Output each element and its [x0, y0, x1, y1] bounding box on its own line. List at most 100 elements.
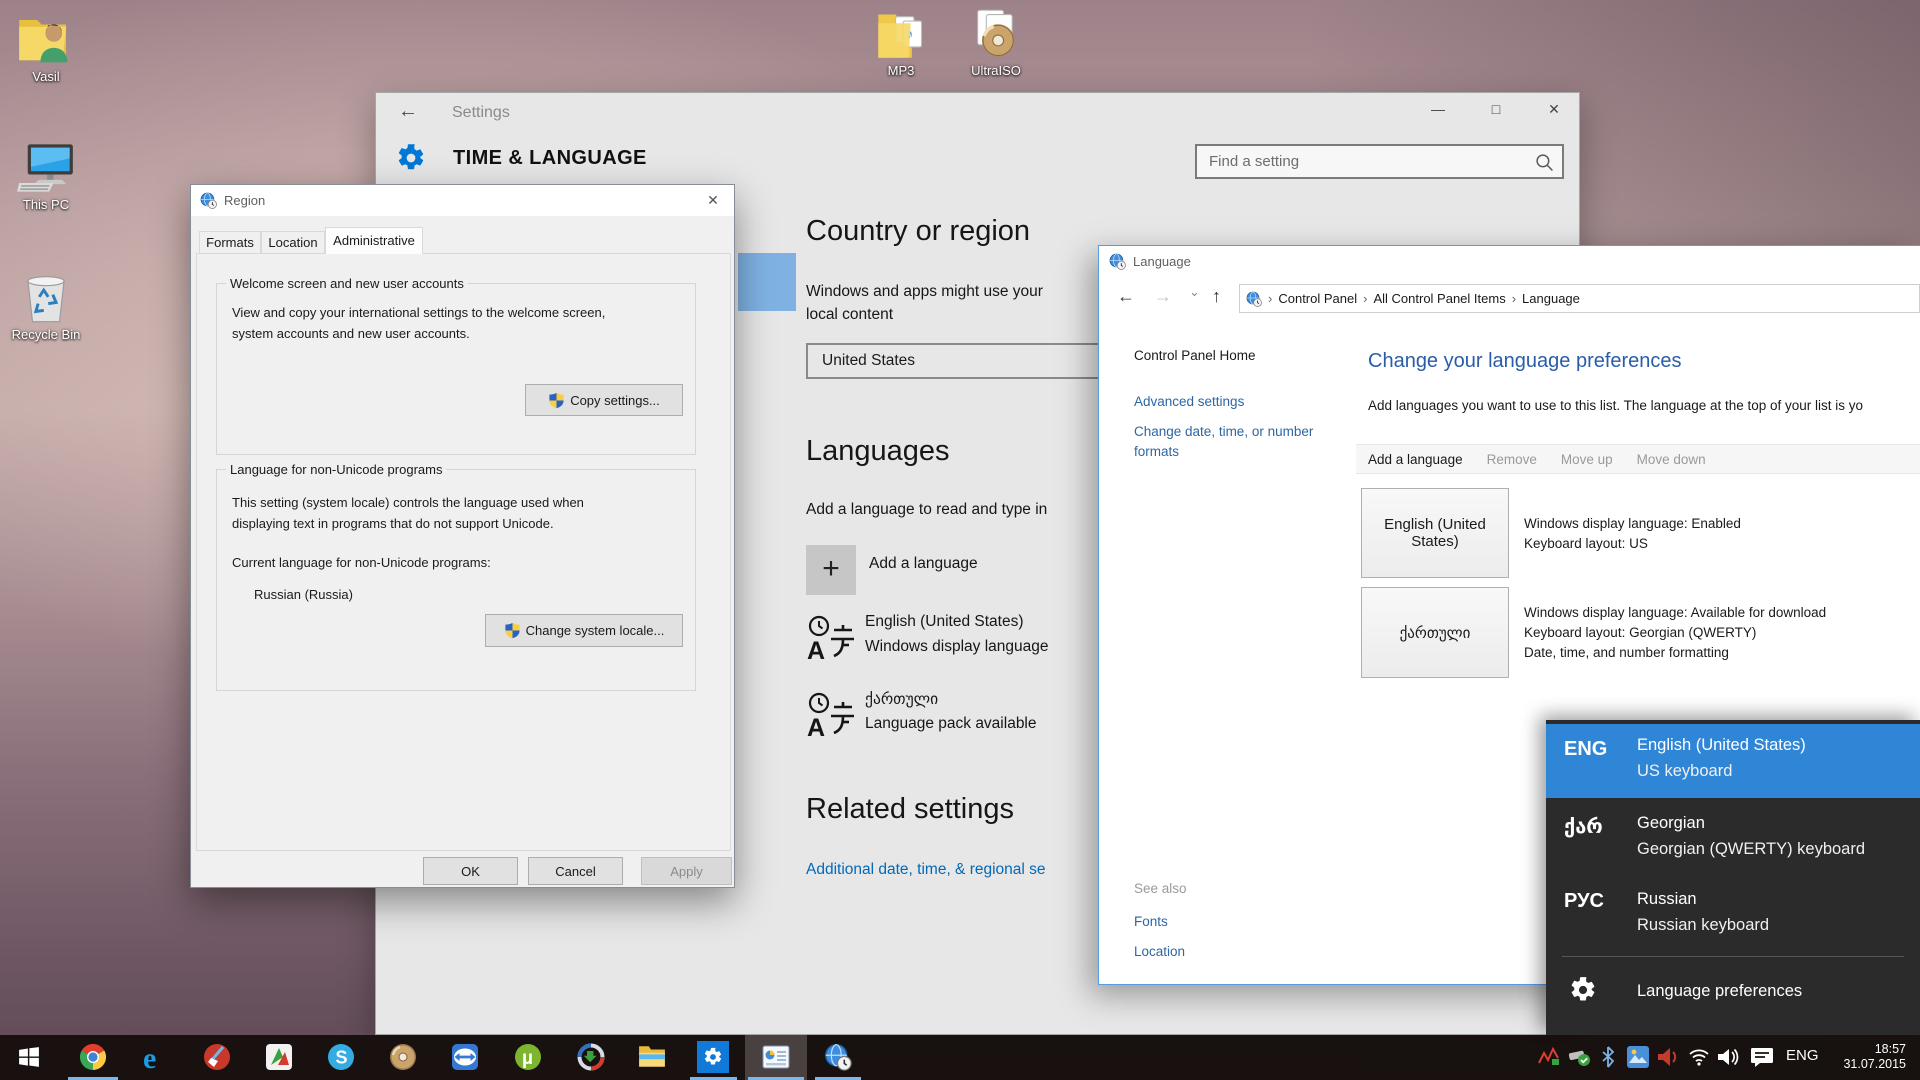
language-window-icon	[1109, 253, 1126, 270]
ok-button[interactable]: OK	[423, 857, 518, 885]
sidebar-change-formats-link[interactable]: Change date, time, or number	[1134, 424, 1313, 439]
ccleaner-icon[interactable]	[203, 1043, 231, 1071]
breadcrumb-chevron-icon: ›	[1268, 291, 1272, 306]
find-a-setting-search[interactable]	[1195, 144, 1564, 179]
language-code: ENG	[1564, 738, 1607, 761]
language-item-name[interactable]: ქართული	[865, 690, 938, 709]
search-icon	[1535, 153, 1554, 172]
language-switcher-flyout: ENG English (United States) US keyboard …	[1546, 720, 1920, 1035]
apply-button: Apply	[641, 857, 732, 885]
button-label: Cancel	[555, 864, 595, 879]
flyout-item-russian[interactable]: РУС Russian Russian keyboard	[1546, 874, 1920, 950]
minimize-button[interactable]: —	[1423, 101, 1453, 117]
language-tile-english[interactable]: English (United States)	[1361, 488, 1509, 578]
language-preferences-item[interactable]: Language preferences	[1546, 962, 1920, 1032]
change-system-locale-button[interactable]: Change system locale...	[485, 614, 683, 647]
desktop-icon-mp3[interactable]: ♪ MP3	[855, 8, 947, 78]
tray-language-indicator[interactable]: ENG	[1786, 1047, 1819, 1064]
close-icon[interactable]: ✕	[702, 192, 724, 209]
volume-mixer-horn-icon[interactable]	[1656, 1046, 1680, 1068]
language-tile-georgian[interactable]: ქართული	[1361, 587, 1509, 678]
teamviewer-icon[interactable]	[451, 1043, 479, 1071]
desktop-icon-vasil[interactable]: Vasil	[0, 12, 92, 84]
keyboard-name: Georgian (QWERTY) keyboard	[1637, 840, 1865, 859]
close-button[interactable]: ✕	[1539, 101, 1569, 118]
utorrent-mu-glyph: µ	[522, 1048, 533, 1069]
clock-date: 31.07.2015	[1843, 1057, 1906, 1072]
sidebar-advanced-settings-link[interactable]: Advanced settings	[1134, 394, 1244, 409]
see-also-location-link[interactable]: Location	[1134, 944, 1185, 959]
breadcrumb-language[interactable]: Language	[1522, 291, 1580, 306]
recycle-bin-icon	[19, 272, 73, 324]
breadcrumb-all-items[interactable]: All Control Panel Items	[1373, 291, 1505, 306]
back-arrow-icon[interactable]: ←	[1117, 286, 1135, 307]
copy-settings-button[interactable]: Copy settings...	[525, 384, 683, 416]
language-item-name[interactable]: English (United States)	[865, 613, 1024, 631]
language-active-indicator	[815, 1077, 861, 1080]
utorrent-icon[interactable]: µ	[514, 1043, 542, 1071]
tab-administrative[interactable]: Administrative	[325, 227, 423, 254]
region-dialog: Region ✕ Formats Location Administrative…	[190, 184, 735, 888]
flyout-item-english[interactable]: ENG English (United States) US keyboard	[1546, 724, 1920, 798]
wifi-icon[interactable]	[1688, 1048, 1710, 1066]
region-title: Region	[224, 193, 265, 208]
skype-icon[interactable]: S	[327, 1043, 355, 1071]
country-dropdown[interactable]: United States	[806, 343, 1116, 379]
back-arrow-icon[interactable]: ←	[398, 100, 418, 123]
sidebar-change-formats-link-line2[interactable]: formats	[1134, 444, 1179, 459]
chrome-icon[interactable]	[79, 1043, 107, 1071]
idm-icon[interactable]	[577, 1043, 605, 1071]
sidebar-control-panel-home[interactable]: Control Panel Home	[1134, 348, 1256, 363]
region-dialog-taskbar-cell[interactable]	[745, 1035, 807, 1080]
add-language-button[interactable]: +	[806, 545, 856, 595]
settings-app-taskbar-icon[interactable]	[697, 1041, 729, 1073]
see-also-fonts-link[interactable]: Fonts	[1134, 914, 1168, 929]
desktop-icon-this-pc[interactable]: This PC	[0, 142, 92, 212]
forward-arrow-icon: →	[1154, 286, 1172, 307]
file-explorer-icon[interactable]	[638, 1043, 666, 1069]
search-input[interactable]	[1197, 146, 1562, 177]
breadcrumb-chevron-icon: ›	[1363, 291, 1367, 306]
region-active-indicator	[748, 1077, 804, 1080]
additional-settings-link[interactable]: Additional date, time, & regional se	[806, 861, 1046, 879]
cancel-button[interactable]: Cancel	[528, 857, 623, 885]
action-center-icon[interactable]	[1750, 1046, 1774, 1068]
maximize-button[interactable]: □	[1481, 101, 1511, 117]
disc-image-icon	[969, 8, 1023, 60]
address-bar[interactable]: › Control Panel › All Control Panel Item…	[1239, 284, 1920, 313]
region-titlebar[interactable]: Region ✕	[191, 185, 734, 216]
toolbar-remove: Remove	[1487, 452, 1537, 467]
sidebar-selected-item-highlight[interactable]	[738, 253, 796, 311]
tab-formats[interactable]: Formats	[199, 231, 261, 254]
photo-app-tray-icon[interactable]	[1626, 1045, 1650, 1069]
desktop-icon-label: This PC	[0, 197, 92, 212]
desktop-icon-label: Recycle Bin	[0, 327, 92, 342]
add-language-label[interactable]: Add a language	[869, 555, 978, 573]
network-monitor-tray-icon[interactable]	[1538, 1047, 1560, 1067]
edge-icon[interactable]: e	[141, 1041, 171, 1073]
breadcrumb-control-panel[interactable]: Control Panel	[1278, 291, 1357, 306]
button-label: Apply	[670, 864, 703, 879]
image-app-icon[interactable]	[265, 1043, 293, 1071]
bluetooth-icon[interactable]	[1600, 1045, 1616, 1069]
taskbar-clock[interactable]: 18:57 31.07.2015	[1843, 1042, 1906, 1072]
toolbar-add-a-language[interactable]: Add a language	[1368, 452, 1463, 467]
cp-toolbar: Add a language Remove Move up Move down	[1356, 444, 1920, 474]
recent-pages-chevron-icon[interactable]: ⌄	[1189, 284, 1200, 300]
language-cp-taskbar-icon[interactable]	[824, 1043, 852, 1071]
desktop-icon-ultraiso[interactable]: UltraISO	[950, 8, 1042, 78]
start-button-icon[interactable]	[18, 1046, 40, 1068]
taskbar: e S µ	[0, 1035, 1920, 1080]
desktop-icon-recycle-bin[interactable]: Recycle Bin	[0, 272, 92, 342]
flyout-item-georgian[interactable]: ქარ Georgian Georgian (QWERTY) keyboard	[1546, 798, 1920, 874]
info-line: Windows display language: Enabled	[1524, 514, 1741, 534]
up-arrow-icon[interactable]: ↑	[1212, 286, 1221, 307]
speaker-icon[interactable]	[1716, 1046, 1740, 1068]
tab-location[interactable]: Location	[261, 231, 325, 254]
safely-remove-hardware-icon[interactable]	[1568, 1047, 1592, 1067]
ultraiso-icon[interactable]	[389, 1043, 417, 1071]
button-label: Copy settings...	[570, 393, 660, 408]
settings-active-indicator	[690, 1077, 737, 1080]
page-title: TIME & LANGUAGE	[453, 147, 647, 170]
groupbox-title: Language for non-Unicode programs	[226, 462, 446, 477]
